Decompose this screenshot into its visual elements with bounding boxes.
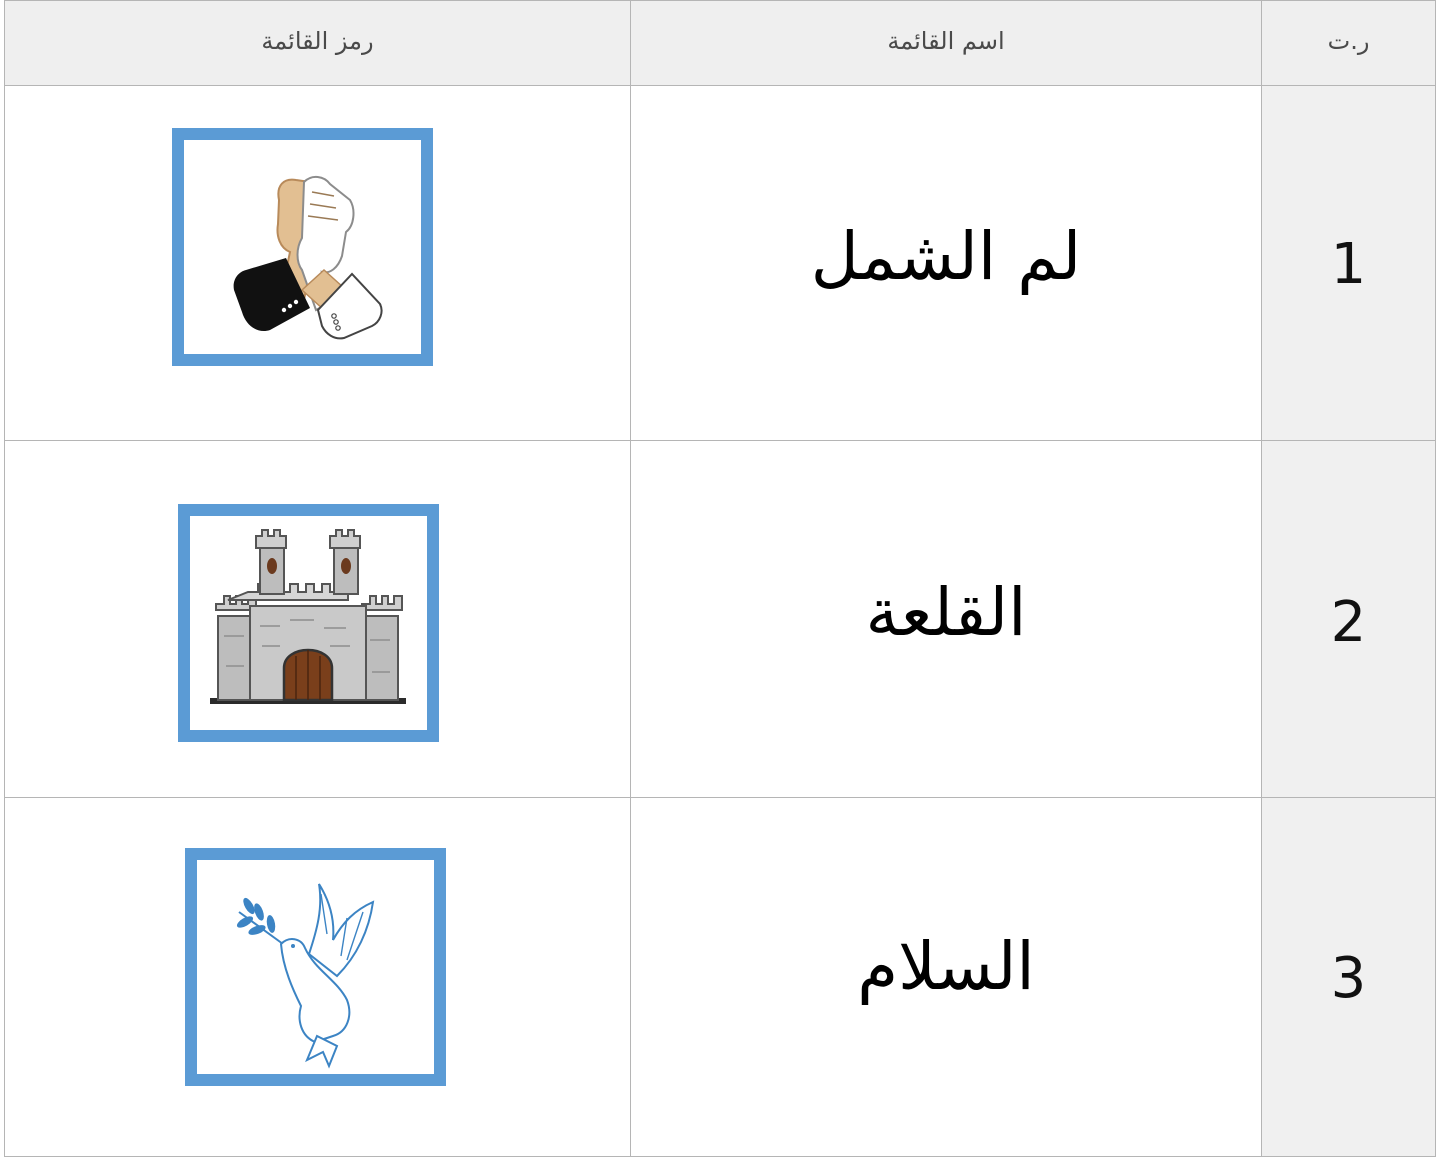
number-cell: 3 bbox=[1261, 797, 1436, 1157]
row-number: 3 bbox=[1330, 946, 1367, 1011]
table-row: لم الشمل 1 bbox=[4, 85, 1436, 441]
header-cell-name: اسم القائمة bbox=[630, 0, 1262, 86]
list-name: لم الشمل bbox=[810, 218, 1082, 295]
symbol-cell bbox=[4, 797, 631, 1157]
symbol-cell bbox=[4, 440, 631, 798]
list-name: السلام bbox=[857, 928, 1035, 1005]
dove-icon bbox=[185, 848, 446, 1086]
table-row: القلعة 2 bbox=[4, 440, 1436, 798]
header-name-label: اسم القائمة bbox=[887, 27, 1005, 55]
name-cell: لم الشمل bbox=[630, 85, 1262, 441]
castle-icon bbox=[178, 504, 439, 742]
header-cell-symbol: رمز القائمة bbox=[4, 0, 631, 86]
table-header-row: رمز القائمة اسم القائمة ر.ت bbox=[4, 0, 1436, 86]
number-cell: 1 bbox=[1261, 85, 1436, 441]
lists-table: رمز القائمة اسم القائمة ر.ت لم الشمل 1 ا… bbox=[4, 0, 1436, 1157]
handshake-icon bbox=[172, 128, 433, 366]
row-number: 1 bbox=[1330, 232, 1367, 297]
name-cell: السلام bbox=[630, 797, 1262, 1157]
header-symbol-label: رمز القائمة bbox=[261, 27, 374, 55]
symbol-cell bbox=[4, 85, 631, 441]
header-cell-number: ر.ت bbox=[1261, 0, 1436, 86]
table-row: السلام 3 bbox=[4, 797, 1436, 1157]
list-name: القلعة bbox=[865, 574, 1027, 651]
header-number-label: ر.ت bbox=[1327, 27, 1370, 55]
row-number: 2 bbox=[1330, 590, 1367, 655]
name-cell: القلعة bbox=[630, 440, 1262, 798]
number-cell: 2 bbox=[1261, 440, 1436, 798]
